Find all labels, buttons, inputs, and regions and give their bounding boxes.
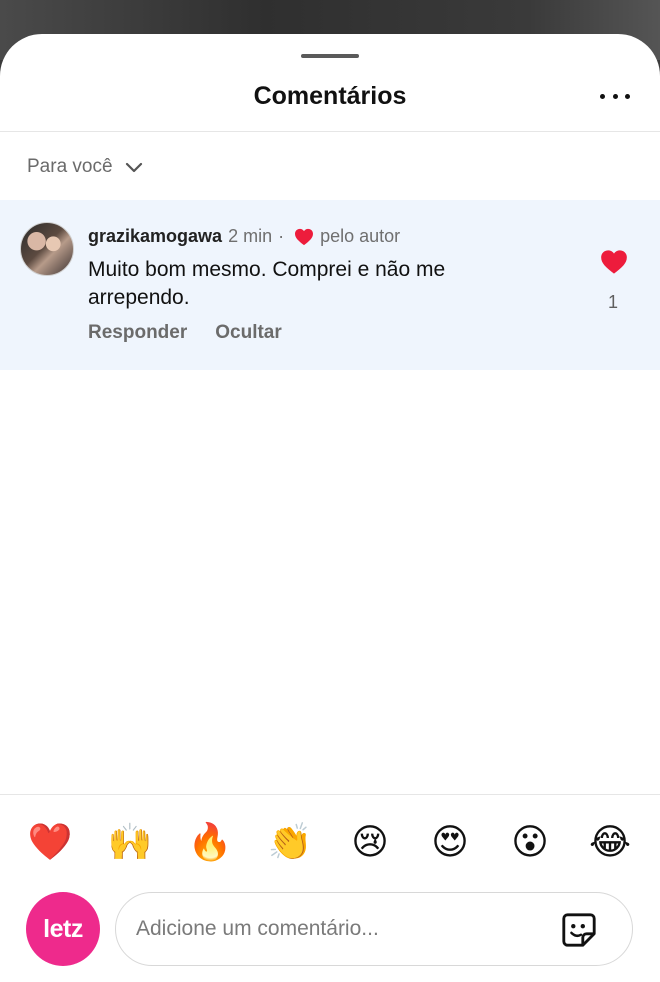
comment-composer: letz bbox=[0, 892, 660, 972]
comment-item: grazikamogawa 2 min · pelo autor Muito b… bbox=[0, 200, 660, 370]
more-icon-dot bbox=[625, 93, 630, 99]
heart-icon bbox=[295, 228, 314, 245]
comment-time: 2 min bbox=[228, 226, 273, 246]
more-icon-dot bbox=[612, 93, 618, 99]
reaction-heart-button[interactable]: ❤️ bbox=[27, 819, 73, 865]
more-options-button[interactable] bbox=[600, 88, 630, 104]
comment-input-wrapper[interactable] bbox=[115, 892, 633, 966]
liked-by-author-label: pelo autor bbox=[320, 226, 401, 246]
reaction-fire-button[interactable]: 🔥 bbox=[187, 819, 233, 865]
comment-actions: Responder Ocultar bbox=[88, 322, 282, 344]
meta-separator: · bbox=[278, 226, 285, 246]
like-count: 1 bbox=[607, 292, 618, 312]
more-icon-dot bbox=[600, 93, 605, 99]
sort-filter-dropdown[interactable]: Para você bbox=[27, 153, 143, 181]
reaction-heart-eyes-button[interactable]: 😍 bbox=[427, 819, 473, 865]
sort-filter-label: Para você bbox=[27, 156, 113, 177]
chevron-down-icon bbox=[125, 162, 142, 173]
comment-text: Muito bom mesmo. Comprei e não me arrepe… bbox=[88, 258, 446, 309]
sheet-grabber[interactable] bbox=[301, 54, 359, 58]
avatar[interactable] bbox=[20, 222, 74, 276]
divider bbox=[0, 794, 660, 795]
reaction-raised-hands-button[interactable]: 🙌 bbox=[107, 819, 153, 865]
brand-logo-text: letz bbox=[43, 914, 83, 943]
comment-meta: grazikamogawa 2 min · pelo autor bbox=[88, 226, 400, 247]
avatar[interactable]: letz bbox=[26, 892, 100, 966]
comment-username[interactable]: grazikamogawa bbox=[88, 226, 222, 247]
page-title: Comentários bbox=[253, 82, 407, 110]
sheet-header: Comentários bbox=[0, 64, 660, 132]
quick-reactions-bar: ❤️ 🙌 🔥 👏 😢 😍 😮 😂 bbox=[0, 819, 660, 865]
reaction-surprised-button[interactable]: 😮 bbox=[507, 819, 553, 865]
comment-input[interactable] bbox=[136, 911, 546, 947]
reaction-laughing-button[interactable]: 😂 bbox=[587, 819, 633, 865]
reaction-crying-button[interactable]: 😢 bbox=[347, 819, 393, 865]
reaction-clap-button[interactable]: 👏 bbox=[267, 819, 313, 865]
like-heart-icon[interactable] bbox=[600, 249, 628, 275]
reply-button[interactable]: Responder bbox=[88, 322, 187, 344]
sticker-icon[interactable] bbox=[560, 911, 598, 949]
comments-sheet: Comentários Para você grazikamogawa 2 mi… bbox=[0, 34, 660, 982]
hide-button[interactable]: Ocultar bbox=[215, 322, 282, 344]
